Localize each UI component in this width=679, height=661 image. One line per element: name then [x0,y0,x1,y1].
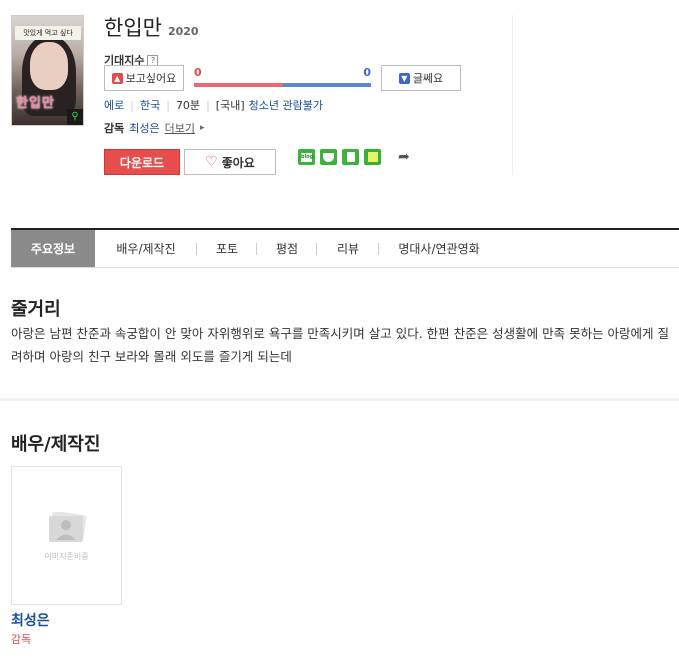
rating-prefix: [국내] [215,99,245,112]
country-link[interactable]: 한국 [140,97,160,113]
meta-divider: | [206,98,210,112]
tab-review[interactable]: 리뷰 [317,230,379,267]
runtime: 70분 [175,99,201,112]
want-to-see-label: 보고싶어요 [125,72,177,85]
more-link[interactable]: 더보기 [165,120,195,136]
person-name-link[interactable]: 최성은 [11,610,50,630]
movie-year: 2020 [167,25,199,38]
like-label: 좋아요 [221,155,255,170]
memo-share-icon[interactable] [364,149,381,165]
poster-title-text: 한입만 [16,96,55,111]
download-button[interactable]: 다운로드 [104,149,180,175]
title-line: 한입만 2020 [104,12,199,42]
thumbs-up-icon: ▲ [111,72,123,84]
blog-icon-text: blog [301,152,314,162]
tab-photo[interactable]: 포토 [197,230,257,267]
want-to-see-button[interactable]: ▲ 보고싶어요 [104,65,184,91]
want-count: 0 [194,66,202,79]
person-role: 감독 [11,633,32,646]
header-divider [512,15,513,175]
tab-label: 포토 [215,242,239,256]
share-icon[interactable]: ➦ [398,149,410,165]
person-card[interactable]: 이미지준비중 [11,466,122,605]
meh-count: 0 [363,66,371,79]
plot-title: 줄거리 [11,299,61,320]
tab-cast-crew[interactable]: 배우/제작진 [95,230,197,267]
poster-top-text: 맛있게 먹고 싶다 [15,26,81,40]
tab-rating[interactable]: 평점 [257,230,317,267]
expectation-bar: 0 0 [194,66,371,90]
tab-label: 평점 [275,242,299,256]
meta-divider: | [166,98,170,112]
bookmark-share-icon[interactable] [342,149,359,165]
share-icons: blog ➦ [298,149,410,165]
blog-share-icon[interactable]: blog [298,149,315,165]
thumbs-down-icon: ▼ [398,72,410,84]
image-placeholder-text: 이미지준비중 [44,552,89,561]
meta-divider: | [130,98,134,112]
tab-quotes-related[interactable]: 명대사/연관영화 [379,230,499,267]
cast-title: 배우/제작진 [11,434,101,455]
chevron-right-icon: ▸ [200,123,205,133]
zoom-icon[interactable]: ⚲ [67,109,83,125]
cafe-share-icon[interactable] [320,149,337,165]
image-placeholder-icon [49,512,87,542]
plot-text: 아랑은 남편 찬준과 속궁합이 안 맞아 자위행위로 욕구를 만족시키며 살고 … [11,326,670,364]
movie-title: 한입만 [104,16,162,40]
meh-label: 글쎄요 [412,72,444,85]
tab-bar: 주요정보 배우/제작진 포토 평점 리뷰 명대사/연관영화 [11,228,679,268]
tab-main-info[interactable]: 주요정보 [11,230,95,267]
rating-link[interactable]: 청소년 관람불가 [249,97,323,113]
poster-figure-face [30,42,68,90]
meh-button[interactable]: ▼ 글쎄요 [381,65,461,91]
help-icon[interactable]: ? [147,54,159,66]
want-bar-fill [194,83,283,87]
section-divider [0,398,679,401]
meh-bar-fill [282,83,371,87]
director-name-link[interactable]: 최성은 [129,120,159,136]
tab-label: 리뷰 [336,242,360,256]
expectation-ratio-bar [194,83,371,87]
genre-link[interactable]: 에로 [104,97,124,113]
director-label: 감독 [104,122,125,135]
movie-poster[interactable]: 맛있게 먹고 싶다 한입만 ⚲ [11,15,84,126]
tab-label: 배우/제작진 [116,242,176,256]
heart-icon: ♡ [205,154,218,170]
tab-label: 명대사/연관영화 [398,242,480,256]
director-line: 감독 최성은 더보기 ▸ [104,120,205,136]
movie-meta: 에로 | 한국 | 70분 | [국내] 청소년 관람불가 [104,97,323,113]
like-button[interactable]: ♡ 좋아요 [184,149,276,175]
